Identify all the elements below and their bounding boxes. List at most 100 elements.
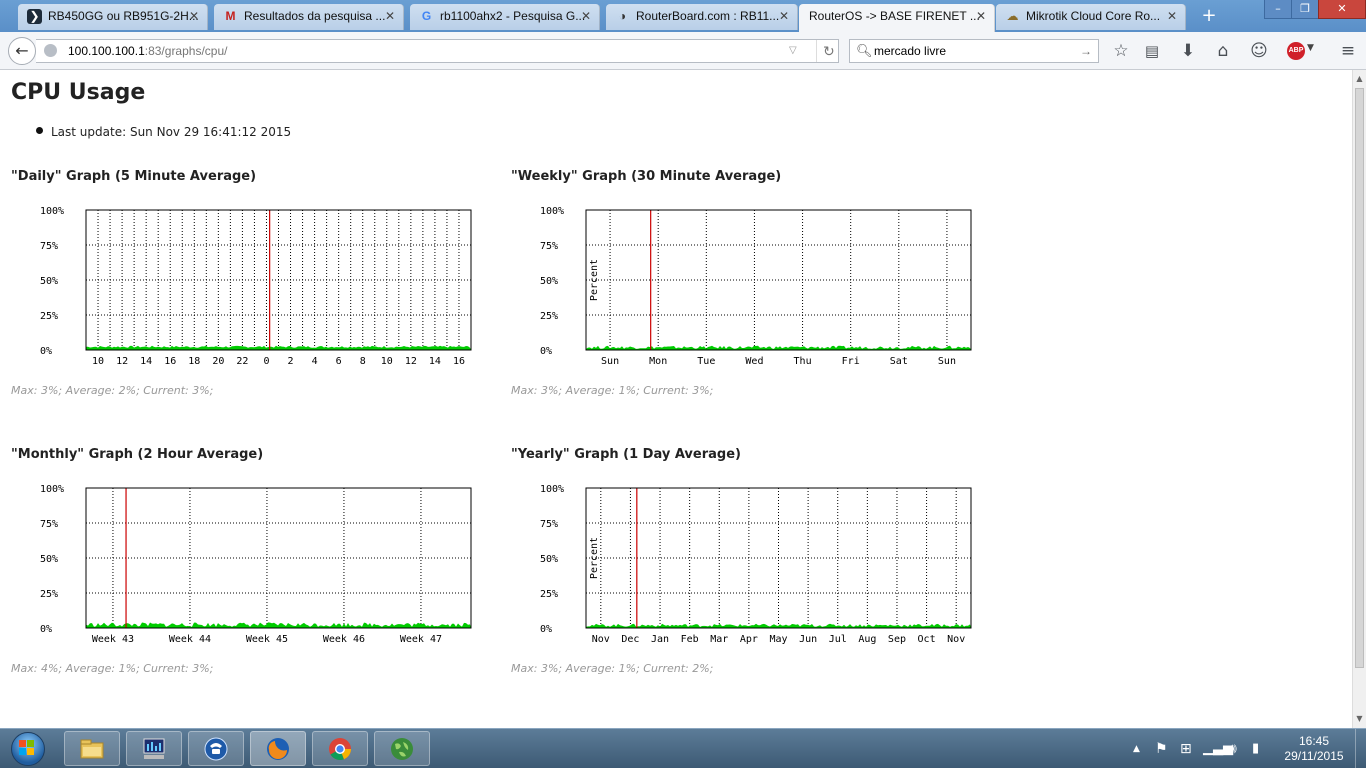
action-center-flag-icon[interactable]: ⚑: [1155, 729, 1168, 769]
reload-icon[interactable]: ↻: [816, 40, 835, 62]
back-button[interactable]: ←: [8, 37, 36, 65]
x-tick-label: 8: [360, 356, 366, 367]
close-icon[interactable]: ✕: [779, 4, 789, 28]
page-title: CPU Usage: [11, 80, 146, 105]
home-icon[interactable]: ⌂: [1212, 40, 1234, 62]
taskbar-network-monitor[interactable]: [126, 731, 182, 766]
vertical-scrollbar[interactable]: ▲ ▼: [1352, 70, 1366, 728]
weekly-graph-stats: Max: 3%; Average: 1%; Current: 3%;: [511, 384, 714, 397]
taskbar-chrome[interactable]: [312, 731, 368, 766]
tab-label: Resultados da pesquisa ...: [244, 9, 386, 23]
window-close-button[interactable]: ✕: [1318, 0, 1366, 19]
url-history-dropdown-icon[interactable]: ▽: [789, 40, 797, 62]
y-tick-label: 25%: [40, 311, 58, 322]
yearly-graph-title: "Yearly" Graph (1 Day Average): [511, 447, 741, 462]
mikrotik-icon: ❯: [27, 9, 42, 24]
y-tick-label: 75%: [40, 519, 58, 530]
bookmark-star-icon[interactable]: ☆: [1110, 40, 1132, 62]
yearly-graph-stats: Max: 3%; Average: 1%; Current: 2%;: [511, 662, 714, 675]
reading-list-icon[interactable]: ▤: [1141, 40, 1163, 62]
gmail-icon: M: [225, 9, 236, 23]
y-tick-label: 75%: [540, 519, 558, 530]
search-box[interactable]: 🔍︎ →: [849, 39, 1099, 63]
x-tick-label: 12: [405, 356, 417, 367]
search-icon: 🔍︎: [856, 43, 873, 58]
start-button[interactable]: [6, 731, 50, 767]
chevron-down-icon[interactable]: ▼: [1307, 43, 1314, 53]
x-tick-label: 10: [92, 356, 104, 367]
search-go-icon[interactable]: →: [1080, 40, 1092, 62]
minimize-button[interactable]: –: [1264, 0, 1292, 19]
close-icon[interactable]: ✕: [581, 4, 591, 28]
daily-graph: 100% 75% 50% 25% 0% 10 12 14 16 18 20 22 0 2 4 6 8 10 12 14…: [40, 206, 472, 367]
site-info-icon[interactable]: [44, 44, 57, 57]
taskbar: ▲ ⚑ ⊞ ▁▃▅ 🔊︎ ▮ 16:45 29/11/2015: [0, 728, 1366, 769]
scroll-down-icon[interactable]: ▼: [1353, 712, 1366, 726]
taskbar-explorer[interactable]: [64, 731, 120, 766]
y-tick-label: 50%: [40, 554, 58, 565]
y-tick-label: 25%: [40, 589, 58, 600]
tab-label: rb1100ahx2 - Pesquisa G...: [440, 9, 586, 23]
maximize-button[interactable]: ❐: [1291, 0, 1319, 19]
x-tick-label: 10: [381, 356, 393, 367]
adblock-plus-icon[interactable]: ABP: [1287, 42, 1305, 60]
taskbar-clock[interactable]: 16:45 29/11/2015: [1284, 734, 1344, 764]
x-tick-label: May: [769, 634, 787, 645]
address-bar[interactable]: 100.100.100.1:83/graphs/cpu/ ▽ ↻: [36, 39, 839, 63]
x-tick-label: 20: [212, 356, 224, 367]
bullet-icon: [36, 127, 43, 134]
menu-icon[interactable]: ≡: [1337, 40, 1359, 62]
download-icon[interactable]: ⬇: [1177, 40, 1199, 62]
x-tick-label: 6: [336, 356, 342, 367]
y-tick-label: 25%: [540, 589, 558, 600]
tab-routeros-active[interactable]: RouterOS -> BASE FIRENET ... ✕: [799, 4, 995, 32]
search-input[interactable]: [874, 42, 1074, 60]
x-tick-label: 18: [188, 356, 200, 367]
tab-label: Mikrotik Cloud Core Ro...: [1026, 9, 1161, 23]
close-icon[interactable]: ✕: [1167, 4, 1177, 28]
y-tick-label: 50%: [540, 554, 558, 565]
firefox-icon: [267, 738, 289, 760]
x-tick-label: Oct: [918, 634, 936, 645]
power-icon[interactable]: ▮: [1252, 729, 1259, 769]
windows-logo-icon[interactable]: ⊞: [1180, 729, 1192, 769]
show-hidden-icons[interactable]: ▲: [1133, 729, 1140, 769]
windows-flag-icon: [19, 740, 35, 756]
x-tick-label: 12: [116, 356, 128, 367]
x-tick-label: 16: [164, 356, 176, 367]
x-tick-label: Feb: [681, 634, 699, 645]
taskbar-telephone[interactable]: [188, 731, 244, 766]
close-icon[interactable]: ✕: [976, 4, 986, 28]
taskbar-globe-app[interactable]: [374, 731, 430, 766]
chat-icon[interactable]: ☺: [1248, 40, 1270, 62]
volume-icon[interactable]: 🔊︎: [1228, 729, 1237, 769]
x-tick-label: 22: [236, 356, 248, 367]
taskbar-firefox[interactable]: [250, 731, 306, 766]
show-desktop-button[interactable]: [1355, 729, 1366, 769]
x-tick-label: 0: [263, 356, 269, 367]
last-update-text: Last update: Sun Nov 29 16:41:12 2015: [51, 125, 292, 139]
tab-mikrotik-cloud[interactable]: ☁ Mikrotik Cloud Core Ro... ✕: [996, 4, 1186, 30]
close-icon[interactable]: ✕: [189, 4, 199, 28]
tab-routerboard[interactable]: ◑ RouterBoard.com : RB11... ✕: [606, 4, 798, 30]
y-axis-label: Percent: [589, 259, 600, 301]
x-tick-label: Week 47: [400, 634, 442, 645]
y-tick-label: 0%: [540, 346, 552, 357]
x-tick-label: Jun: [799, 634, 817, 645]
routerboard-icon: ◑: [618, 9, 627, 23]
tab-label: RouterOS -> BASE FIRENET ...: [809, 9, 980, 23]
x-tick-label: Nov: [592, 634, 610, 645]
tab-gmail[interactable]: M Resultados da pesquisa ... ✕: [214, 4, 404, 30]
new-tab-button[interactable]: +: [1198, 5, 1220, 27]
clock-date: 29/11/2015: [1284, 749, 1344, 763]
x-tick-label: Jul: [829, 634, 847, 645]
tab-google-search[interactable]: G rb1100ahx2 - Pesquisa G... ✕: [410, 4, 600, 30]
y-tick-label: 50%: [40, 276, 58, 287]
x-tick-label: Jan: [651, 634, 669, 645]
tab-rb450gg[interactable]: ❯ RB450GG ou RB951G-2H... ✕: [18, 4, 208, 30]
x-tick-label: Dec: [621, 634, 639, 645]
close-icon[interactable]: ✕: [385, 4, 395, 28]
scroll-up-icon[interactable]: ▲: [1353, 72, 1366, 86]
y-axis-label: Percent: [589, 537, 600, 579]
scrollbar-thumb[interactable]: [1355, 88, 1364, 668]
